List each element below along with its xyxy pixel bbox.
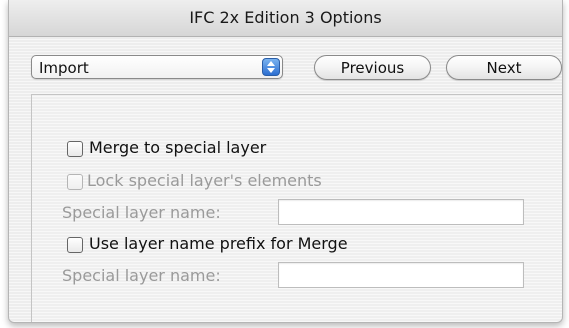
options-group-box: Merge to special layer Lock special laye… (31, 94, 562, 322)
special-layer-name-field-2[interactable] (278, 262, 524, 288)
dialog-title: IFC 2x Edition 3 Options (9, 0, 562, 37)
special-layer-name-label-1: Special layer name: (62, 203, 221, 222)
options-dialog: IFC 2x Edition 3 Options Import Previous… (8, 0, 563, 323)
lock-special-elements-label: Lock special layer's elements (87, 171, 322, 190)
merge-special-layer-checkbox[interactable] (67, 141, 83, 157)
use-prefix-merge-checkbox[interactable] (67, 237, 83, 253)
previous-button[interactable]: Previous (314, 55, 431, 80)
section-select[interactable]: Import (31, 55, 283, 79)
special-layer-name-field-1[interactable] (278, 199, 524, 225)
up-down-arrows-icon[interactable] (262, 58, 280, 76)
next-button[interactable]: Next (446, 55, 562, 80)
merge-special-layer-label: Merge to special layer (89, 138, 267, 157)
use-prefix-merge-label: Use layer name prefix for Merge (89, 234, 348, 253)
special-layer-name-label-2: Special layer name: (62, 266, 221, 285)
section-select-value: Import (39, 59, 89, 77)
lock-special-elements-checkbox[interactable] (67, 174, 83, 190)
